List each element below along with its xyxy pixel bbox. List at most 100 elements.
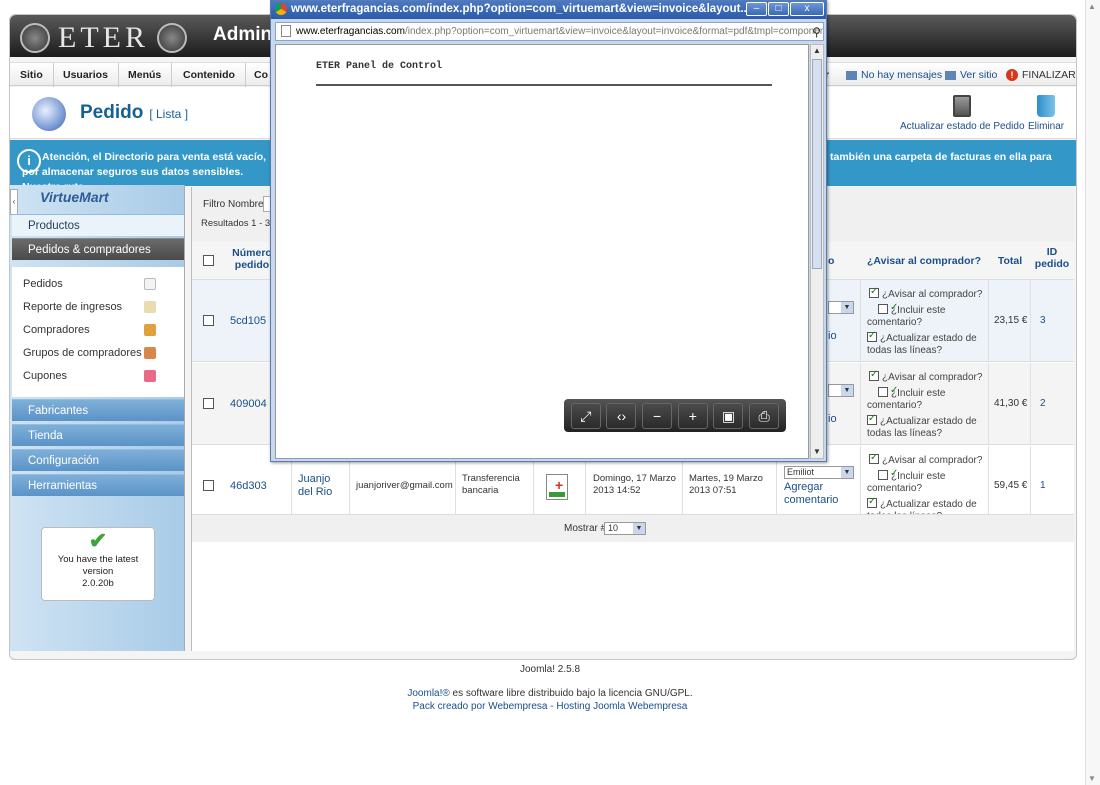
include-comment-option[interactable]: ¿Incluir este comentario? bbox=[867, 385, 977, 412]
fit-width-icon[interactable]: ‹› bbox=[606, 402, 637, 429]
webempresa-link[interactable]: Pack creado por Webempresa - Hosting Joo… bbox=[413, 701, 688, 712]
include-comment-option[interactable]: ¿Incluir este comentario? bbox=[867, 302, 977, 329]
sidebar-item-productos[interactable]: Productos bbox=[12, 214, 184, 236]
menu-usuarios[interactable]: Usuarios bbox=[53, 63, 119, 87]
menu-menus[interactable]: Menús bbox=[118, 63, 173, 87]
logout-label: FINALIZAR bbox=[1022, 69, 1076, 81]
status-select[interactable]: ▼ bbox=[828, 384, 854, 397]
order-number-link[interactable]: 409004 bbox=[230, 398, 267, 410]
version-box: ✔ You have the latest version 2.0.20b bbox=[41, 527, 155, 601]
sidebar-item-fabricantes[interactable]: Fabricantes bbox=[12, 399, 184, 421]
zoom-in-icon[interactable]: + bbox=[677, 402, 708, 429]
submenu-reporte[interactable]: Reporte de ingresos bbox=[23, 301, 122, 313]
created-line2: 2013 14:52 bbox=[593, 485, 641, 496]
page-scroll-up-icon[interactable]: ▲ bbox=[1088, 2, 1096, 11]
logout-link[interactable]: ! FINALIZAR bbox=[1006, 63, 1076, 87]
sidebar-item-herramientas[interactable]: Herramientas bbox=[12, 474, 184, 496]
order-id[interactable]: 3 bbox=[1040, 315, 1046, 326]
order-total: 41,30 € bbox=[994, 398, 1028, 409]
status-select[interactable]: Emiliot ▼ bbox=[784, 466, 854, 479]
notify-option[interactable]: ¿Avisar al comprador? bbox=[869, 369, 982, 384]
scroll-up-icon[interactable]: ▲ bbox=[811, 45, 823, 57]
sidebar-item-pedidos[interactable]: Pedidos & compradores bbox=[12, 238, 184, 260]
coupon-icon bbox=[144, 370, 156, 382]
divider bbox=[1030, 280, 1031, 362]
fit-page-icon[interactable]: ⤢ bbox=[570, 402, 601, 429]
joomla-link[interactable]: Joomla!® bbox=[407, 688, 449, 699]
submenu-compradores[interactable]: Compradores bbox=[23, 324, 90, 336]
order-number-link[interactable]: 46d303 bbox=[230, 480, 267, 492]
messages-link[interactable]: No hay mensajes bbox=[846, 63, 942, 87]
search-icon[interactable]: ⚲ bbox=[812, 24, 821, 40]
collapse-sidebar-icon[interactable]: ‹ bbox=[10, 189, 18, 215]
col-order-number[interactable]: Número pedido bbox=[228, 247, 276, 271]
update-lines-option[interactable]: ¿Actualizar estado de todas las líneas? bbox=[867, 330, 982, 357]
add-comment-link[interactable]: io bbox=[828, 330, 837, 342]
popup-scrollbar[interactable]: ▲ ▼ bbox=[810, 44, 824, 459]
customer-name-link[interactable]: Juanjo del Rio bbox=[298, 473, 332, 499]
minimize-button[interactable]: – bbox=[746, 2, 767, 16]
row-checkbox[interactable] bbox=[203, 480, 214, 491]
order-id[interactable]: 2 bbox=[1040, 398, 1046, 409]
scroll-down-icon[interactable]: ▼ bbox=[811, 446, 823, 458]
sidebar-item-configuracion[interactable]: Configuración bbox=[12, 449, 184, 471]
logo-text: ETER bbox=[58, 21, 149, 54]
col-total[interactable]: Total bbox=[992, 255, 1028, 267]
order-id[interactable]: 1 bbox=[1040, 480, 1046, 491]
delete-button[interactable]: Eliminar bbox=[1028, 95, 1064, 132]
print-icon[interactable]: ⎙ bbox=[749, 402, 780, 429]
virtuemart-sidebar: ‹ VirtueMart Productos Pedidos & comprad… bbox=[10, 185, 185, 651]
maximize-button[interactable]: □ bbox=[768, 2, 789, 16]
zoom-out-icon[interactable]: − bbox=[642, 402, 673, 429]
add-comment-link[interactable]: Agregar comentario bbox=[784, 481, 838, 507]
page-footer: Joomla! 2.5.8 Joomla!® es software libre… bbox=[0, 664, 1100, 712]
joomla-version: Joomla! 2.5.8 bbox=[519, 664, 581, 675]
submenu-grupos[interactable]: Grupos de compradores bbox=[23, 347, 142, 359]
check-icon: ✔ bbox=[88, 528, 108, 553]
notify-label: ¿Avisar al comprador? bbox=[882, 455, 983, 466]
view-site-link[interactable]: Ver sitio bbox=[945, 63, 997, 87]
sidebar-item-tienda[interactable]: Tienda bbox=[12, 424, 184, 446]
notify-option[interactable]: ¿Avisar al comprador? bbox=[869, 452, 983, 467]
save-icon[interactable]: ▣ bbox=[713, 402, 744, 429]
menu-contenido[interactable]: Contenido bbox=[173, 63, 246, 87]
scroll-thumb[interactable] bbox=[812, 59, 822, 269]
payment-line1: Transferencia bbox=[462, 473, 520, 484]
limit-select[interactable]: 10 ▼ bbox=[604, 522, 646, 535]
col-notify[interactable]: ¿Avisar al comprador? bbox=[865, 255, 983, 267]
row-checkbox[interactable] bbox=[203, 315, 214, 326]
close-button[interactable]: x bbox=[790, 2, 824, 16]
save-icon bbox=[953, 95, 972, 117]
license-text: es software libre distribuido bajo la li… bbox=[449, 688, 693, 699]
logout-icon: ! bbox=[1006, 69, 1018, 81]
url-domain: www.eterfragancias.com bbox=[296, 26, 405, 37]
update-status-button[interactable]: Actualizar estado de Pedido bbox=[900, 95, 1025, 132]
update-lines-option[interactable]: ¿Actualizar estado de todas las líneas? bbox=[867, 413, 982, 440]
col-status-fragment[interactable]: o bbox=[828, 255, 834, 267]
groups-icon bbox=[144, 347, 156, 359]
customer-email: juanjoriver@gmail.com bbox=[356, 480, 453, 491]
submenu-pedidos[interactable]: Pedidos bbox=[23, 278, 63, 290]
checkbox-icon bbox=[867, 413, 877, 425]
popup-url-bar[interactable]: www.eterfragancias.com/index.php?option=… bbox=[275, 22, 824, 41]
page-scroll-down-icon[interactable]: ▼ bbox=[1088, 774, 1096, 783]
add-comment-link[interactable]: io bbox=[828, 413, 837, 425]
site-logo[interactable]: ETER bbox=[20, 21, 187, 55]
row-checkbox[interactable] bbox=[203, 398, 214, 409]
status-select[interactable]: ▼ bbox=[828, 301, 854, 314]
pdf-invoice-icon[interactable]: + bbox=[546, 474, 568, 500]
page-scrollbar[interactable]: ▲ ▼ bbox=[1085, 0, 1100, 785]
order-number-link[interactable]: 5cd105 bbox=[230, 315, 266, 327]
pdf-viewer: ETER Panel de Control ⤢ ‹› − + ▣ ⎙ bbox=[275, 44, 809, 459]
comment-line1: Agregar bbox=[784, 481, 824, 493]
page-icon bbox=[281, 25, 291, 37]
green-bar-icon bbox=[549, 492, 565, 497]
select-all-checkbox[interactable] bbox=[203, 255, 214, 266]
menu-sitio[interactable]: Sitio bbox=[10, 63, 54, 87]
col-id[interactable]: ID pedido bbox=[1030, 246, 1074, 270]
popup-titlebar[interactable]: www.eterfragancias.com/index.php?option=… bbox=[271, 1, 826, 19]
submenu-cupones[interactable]: Cupones bbox=[23, 370, 67, 382]
notify-option[interactable]: ¿Avisar al comprador? bbox=[869, 286, 982, 301]
update-lines-label: ¿Actualizar estado de todas las líneas? bbox=[867, 416, 977, 439]
include-comment-option[interactable]: ¿Incluir este comentario? bbox=[867, 468, 977, 495]
